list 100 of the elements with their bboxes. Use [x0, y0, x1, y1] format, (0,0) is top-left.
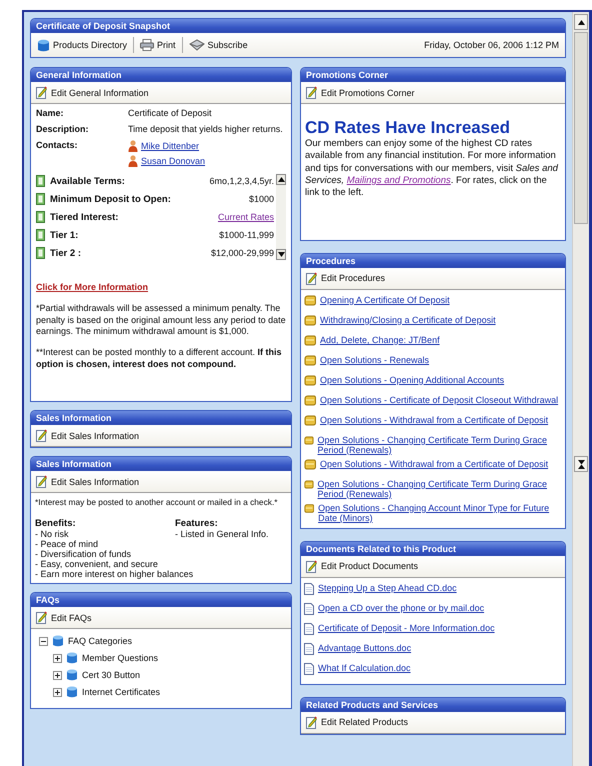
sheet-icon — [36, 211, 45, 223]
up-arrow-icon — [578, 20, 584, 24]
procedure-link[interactable]: Withdrawing/Closing a Certificate of Deposit — [320, 314, 496, 325]
expander-icon[interactable] — [39, 636, 48, 646]
panel-title: Procedures — [301, 254, 565, 268]
scroll-thumb[interactable] — [574, 32, 588, 224]
split-handle[interactable] — [574, 456, 588, 472]
note-icon — [304, 502, 314, 514]
edit-link[interactable]: Edit Product Documents — [321, 561, 418, 572]
promo-heading: CD Rates Have Increased — [305, 118, 512, 138]
tree-item[interactable]: Member Questions — [82, 653, 158, 664]
list-item: - Diversification of funds — [35, 549, 132, 560]
document-link[interactable]: Stepping Up a Step Ahead CD.doc — [318, 582, 457, 593]
note-icon — [304, 478, 314, 490]
document-link[interactable]: Advantage Buttons.doc — [318, 642, 412, 653]
note-icon — [304, 334, 316, 346]
expander-icon[interactable] — [53, 654, 62, 663]
expander-icon[interactable] — [53, 688, 62, 697]
edit-icon — [36, 86, 47, 99]
document-link[interactable]: Open a CD over the phone or by mail.doc — [318, 602, 484, 613]
sheet-icon — [36, 247, 45, 259]
rates-link[interactable]: Current Rates — [218, 212, 274, 222]
contact-link[interactable]: Susan Donovan — [141, 156, 206, 166]
tree-item[interactable]: Internet Certificates — [82, 687, 160, 698]
edit-icon — [306, 272, 317, 285]
up-arrow-icon — [278, 177, 284, 182]
edit-link[interactable]: Edit General Information — [51, 88, 149, 98]
document-icon — [304, 582, 314, 595]
term-label: Tier 2 : — [50, 248, 81, 258]
field-value: Time deposit that yields higher returns. — [128, 124, 284, 134]
note-icon — [304, 354, 316, 366]
list-item: - No risk — [35, 529, 68, 540]
procedure-link[interactable]: Opening A Certificate Of Deposit — [320, 294, 450, 305]
database-icon — [52, 635, 64, 648]
note-text: **Interest can be posted monthly to a different account. If this option is chosen, interest does not compound. — [36, 347, 282, 370]
edit-link[interactable]: Edit Sales Information — [51, 430, 140, 441]
tree-item[interactable]: FAQ Categories — [68, 636, 132, 646]
term-label: Available Terms: — [50, 176, 125, 186]
sheet-icon — [36, 229, 45, 241]
procedure-link[interactable]: Open Solutions - Changing Account Minor Type for Future Date (Minors) — [318, 502, 561, 523]
toolbar-button[interactable]: Subscribe — [188, 39, 248, 51]
procedure-link[interactable]: Open Solutions - Withdrawal from a Certificate of Deposit — [320, 458, 548, 469]
field-label: Name: — [36, 108, 65, 118]
date-text: Friday, October 06, 2006 1:12 PM — [424, 40, 559, 50]
list-heading: Features: — [175, 518, 218, 530]
note-icon — [304, 394, 316, 406]
procedure-link[interactable]: Open Solutions - Certificate of Deposit Closeout Withdrawal — [320, 394, 558, 405]
toolbar-button[interactable]: Print — [140, 39, 176, 51]
edit-link[interactable]: Edit Related Products — [321, 717, 408, 728]
document-icon — [304, 602, 314, 615]
document-link[interactable]: What If Calculation.doc — [318, 662, 411, 673]
panel-title: Related Products and Services — [301, 698, 565, 712]
term-label: Tier 1: — [50, 230, 78, 240]
procedure-link[interactable]: Open Solutions - Changing Certificate Term During Grace Period (Renewals) — [318, 434, 561, 455]
promo-text: Our members can enjoy some of the highest CD rates available from any financial institution. For more information and tips for conversations with our members, visit Sales and Services, Mailings and Promotions. For rates, click on the link to the left. — [305, 138, 560, 200]
hourglass-icon — [578, 460, 584, 468]
panel-title: FAQs — [31, 593, 291, 608]
contact-link[interactable]: Mike Dittenber — [141, 141, 200, 151]
more-info-link[interactable]: Click for More Information — [36, 282, 148, 292]
promo-link[interactable]: Mailings and Promotions — [346, 175, 451, 186]
scrollbar[interactable] — [572, 12, 592, 766]
edit-link[interactable]: Edit Procedures — [321, 273, 386, 284]
down-arrow-icon — [278, 252, 284, 257]
field-label: Description: — [36, 124, 90, 134]
panel-title: Documents Related to this Product — [301, 542, 565, 556]
page-title: Certificate of Deposit Snapshot — [31, 19, 565, 33]
document-icon — [304, 662, 314, 675]
procedure-link[interactable]: Open Solutions - Changing Certificate Term During Grace Period (Renewals) — [318, 478, 561, 499]
panel-title: Promotions Corner — [301, 68, 565, 82]
note-icon — [304, 434, 314, 446]
panel-title: General Information — [31, 68, 291, 82]
field-value: Certificate of Deposit — [128, 108, 213, 118]
term-value: $1000-11,999 — [219, 230, 274, 240]
panel-title: Sales Information — [31, 457, 291, 472]
document-link[interactable]: Certificate of Deposit - More Information.doc — [318, 622, 495, 633]
list-item: - Easy, convenient, and secure — [35, 559, 158, 570]
procedure-link[interactable]: Open Solutions - Withdrawal from a Certificate of Deposit — [320, 414, 548, 425]
database-icon — [66, 686, 78, 698]
term-value: 6mo,1,2,3,4,5yr. — [209, 176, 274, 186]
database-icon — [66, 669, 78, 682]
list-item: - Listed in General Info. — [175, 529, 269, 540]
database-icon — [66, 652, 78, 664]
sheet-icon — [36, 175, 45, 187]
document-icon — [304, 642, 314, 655]
scrollbar[interactable] — [276, 174, 286, 260]
edit-link[interactable]: Edit Sales Information — [51, 476, 140, 487]
tree-item[interactable]: Cert 30 Button — [82, 670, 140, 680]
toolbar-button[interactable]: Products Directory — [37, 38, 128, 52]
procedure-link[interactable]: Open Solutions - Renewals — [320, 354, 430, 365]
edit-icon — [36, 475, 47, 488]
procedure-link[interactable]: Add, Delete, Change: JT/Benf — [320, 334, 440, 345]
list-item: - Peace of mind — [35, 539, 98, 550]
edit-link[interactable]: Edit FAQs — [51, 612, 92, 623]
procedure-link[interactable]: Open Solutions - Opening Additional Accounts — [320, 374, 504, 385]
term-value: $12,000-29,999 — [210, 248, 274, 258]
edit-link[interactable]: Edit Promotions Corner — [321, 88, 415, 98]
expander-icon[interactable] — [53, 670, 62, 680]
person-icon — [128, 140, 138, 152]
edit-icon — [306, 560, 317, 573]
note-icon — [304, 314, 316, 326]
